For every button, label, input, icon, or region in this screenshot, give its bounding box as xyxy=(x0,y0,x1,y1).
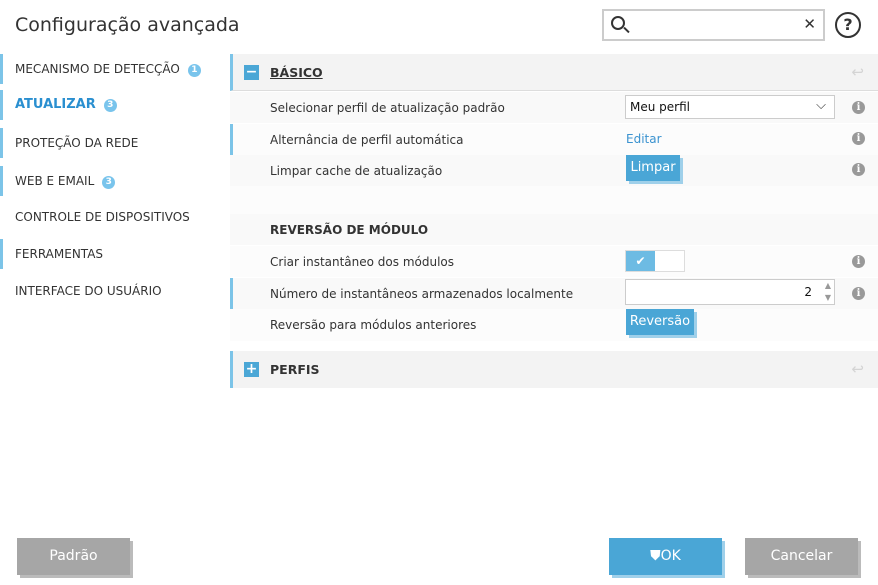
sidebar-item-label: MECANISMO DE DETECÇÃO xyxy=(15,62,180,76)
sidebar-item-update[interactable]: ATUALIZAR 3 xyxy=(0,90,220,120)
edit-link[interactable]: Editar xyxy=(626,132,662,146)
setting-row: Número de instantâneos armazenados local… xyxy=(230,278,878,309)
search-icon xyxy=(611,16,625,30)
ok-button[interactable]: ⛊OK xyxy=(609,538,722,575)
rollback-button[interactable]: Reversão xyxy=(626,309,694,335)
search-input[interactable]: ✕ xyxy=(602,9,825,41)
section-basic-header[interactable]: − BÁSICO ↩ xyxy=(230,54,878,91)
ok-label: OK xyxy=(660,548,681,564)
setting-row: Limpar cache de atualização Limpar xyxy=(230,155,878,186)
expand-icon[interactable]: + xyxy=(244,362,259,377)
count-badge: 3 xyxy=(102,176,116,189)
sidebar-item-label: ATUALIZAR xyxy=(15,97,96,112)
sidebar-item-web-email[interactable]: WEB E EMAIL 3 xyxy=(0,166,220,196)
snapshot-toggle[interactable]: ✔ xyxy=(625,250,685,272)
sidebar-item-device-control[interactable]: CONTROLE DE DISPOSITIVOS xyxy=(0,202,220,232)
sidebar-item-label: CONTROLE DE DISPOSITIVOS xyxy=(15,210,190,224)
info-icon[interactable]: i xyxy=(852,287,865,300)
sidebar-item-user-interface[interactable]: INTERFACE DO USUÁRIO xyxy=(0,276,220,306)
subsection-header: REVERSÃO DE MÓDULO xyxy=(230,214,878,245)
shield-icon: ⛊ xyxy=(650,548,661,564)
setting-row: Selecionar perfil de atualização padrão … xyxy=(230,92,878,123)
sidebar-item-label: INTERFACE DO USUÁRIO xyxy=(15,284,162,298)
setting-row: Alternância de perfil automática Editar xyxy=(230,124,878,155)
info-icon[interactable]: i xyxy=(852,101,865,114)
chevron-down-icon: ⌵ xyxy=(816,98,826,113)
section-profiles-header[interactable]: + PERFIS ↩ xyxy=(230,351,878,388)
sidebar-item-network-protection[interactable]: PROTEÇÃO DA REDE xyxy=(0,128,220,158)
section-title: BÁSICO xyxy=(270,65,323,80)
setting-label: Selecionar perfil de atualização padrão xyxy=(270,101,505,115)
count-badge: 1 xyxy=(187,64,201,77)
subsection-title: REVERSÃO DE MÓDULO xyxy=(270,223,429,237)
stepper-value: 2 xyxy=(804,285,812,299)
setting-label: Limpar cache de atualização xyxy=(270,164,443,178)
help-button[interactable]: ? xyxy=(835,12,861,38)
setting-label: Criar instantâneo dos módulos xyxy=(270,255,455,269)
clear-search-icon[interactable]: ✕ xyxy=(803,15,816,33)
setting-label: Alternância de perfil automática xyxy=(270,133,464,147)
info-icon[interactable]: i xyxy=(852,132,865,145)
select-value: Meu perfil xyxy=(630,100,690,114)
snapshot-count-stepper[interactable]: 2 ▲ ▼ xyxy=(625,279,835,305)
page-title: Configuração avançada xyxy=(15,14,240,36)
info-icon[interactable]: i xyxy=(852,255,865,268)
sidebar-item-label: FERRAMENTAS xyxy=(15,247,104,261)
check-icon: ✔ xyxy=(626,251,655,271)
setting-label: Número de instantâneos armazenados local… xyxy=(270,287,574,301)
count-badge: 3 xyxy=(103,99,117,112)
profile-select[interactable]: Meu perfil ⌵ xyxy=(625,95,835,119)
cancel-button[interactable]: Cancelar xyxy=(745,538,858,575)
spacer xyxy=(230,186,878,214)
default-button[interactable]: Padrão xyxy=(17,538,130,575)
sidebar-item-label: PROTEÇÃO DA REDE xyxy=(15,136,139,150)
collapse-icon[interactable]: − xyxy=(244,65,259,80)
setting-row: Criar instantâneo dos módulos ✔ xyxy=(230,246,878,277)
stepper-arrows-icon[interactable]: ▲ ▼ xyxy=(825,280,831,304)
setting-row: Reversão para módulos anteriores Reversã… xyxy=(230,309,878,341)
sidebar-item-detection-engine[interactable]: MECANISMO DE DETECÇÃO 1 xyxy=(0,54,220,84)
setting-label: Reversão para módulos anteriores xyxy=(270,318,477,332)
revert-icon[interactable]: ↩ xyxy=(851,360,864,378)
section-title: PERFIS xyxy=(270,362,320,377)
clear-cache-button[interactable]: Limpar xyxy=(626,155,680,181)
revert-icon[interactable]: ↩ xyxy=(851,63,864,81)
sidebar-item-tools[interactable]: FERRAMENTAS xyxy=(0,239,220,269)
info-icon[interactable]: i xyxy=(852,163,865,176)
sidebar-item-label: WEB E EMAIL xyxy=(15,174,95,188)
